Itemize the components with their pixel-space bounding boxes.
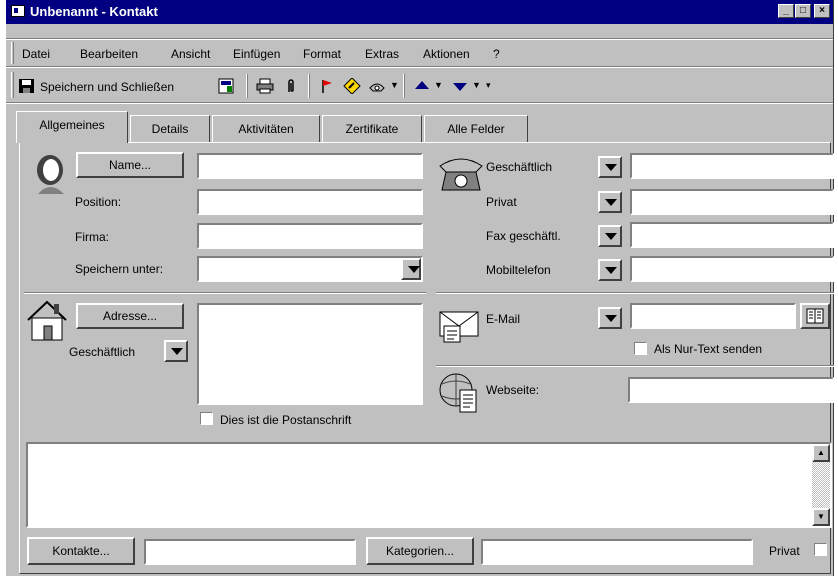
menu-ansicht[interactable]: Ansicht xyxy=(171,47,210,61)
toolbar-bottom-border xyxy=(6,102,833,104)
toolbar-separator xyxy=(403,74,405,98)
flag-icon[interactable] xyxy=(318,78,336,94)
name-button[interactable]: Name... xyxy=(76,152,184,178)
menu-einfuegen[interactable]: Einfügen xyxy=(233,47,280,61)
dial-dropdown-arrow-icon[interactable]: ▼ xyxy=(390,80,399,90)
categories-button[interactable]: Kategorien... xyxy=(366,537,474,565)
phone-private-dropdown-button[interactable] xyxy=(598,191,622,213)
dial-phone-icon[interactable] xyxy=(368,78,386,94)
full-name-field[interactable] xyxy=(197,153,423,179)
maximize-button[interactable]: □ xyxy=(795,4,811,18)
previous-item-icon[interactable] xyxy=(413,78,431,94)
divider xyxy=(436,292,834,294)
email-label: E-Mail xyxy=(486,312,521,326)
telephone-icon xyxy=(439,158,483,191)
toolbar-separator xyxy=(308,74,310,98)
tab-alle-felder[interactable]: Alle Felder xyxy=(424,115,528,143)
web-page-globe-icon xyxy=(439,373,477,413)
menu-bearbeiten[interactable]: Bearbeiten xyxy=(80,47,138,61)
phone-fax-field[interactable] xyxy=(630,222,834,248)
phone-fax-label: Fax geschäftl. xyxy=(486,229,561,243)
minimize-button[interactable]: _ xyxy=(778,4,794,18)
private-label: Privat xyxy=(769,544,800,558)
contacts-field[interactable] xyxy=(144,539,356,565)
scroll-down-arrow-icon[interactable]: ▼ xyxy=(812,508,830,526)
address-type-label: Geschäftlich xyxy=(69,345,136,359)
position-field[interactable] xyxy=(197,189,423,215)
phone-business-dropdown-button[interactable] xyxy=(598,156,622,178)
postal-address-label: Dies ist die Postanschrift xyxy=(220,413,352,427)
floppy-disk-icon xyxy=(19,79,34,93)
notes-textarea[interactable]: ▲ ▼ xyxy=(26,442,832,528)
email-field[interactable] xyxy=(630,303,796,329)
display-map-icon[interactable] xyxy=(343,78,361,94)
divider xyxy=(436,365,834,367)
phone-mobile-field[interactable] xyxy=(630,256,834,282)
save-as-label: Speichern unter: xyxy=(75,262,164,276)
tab-aktivitaeten[interactable]: Aktivitäten xyxy=(212,115,320,143)
phone-private-field[interactable] xyxy=(630,189,834,215)
phone-business-label: Geschäftlich xyxy=(486,160,553,174)
save-attachments-icon[interactable] xyxy=(218,78,236,94)
postal-address-checkbox[interactable] xyxy=(200,412,213,425)
close-button[interactable]: × xyxy=(814,4,830,18)
menu-help[interactable]: ? xyxy=(493,47,500,61)
contacts-button[interactable]: Kontakte... xyxy=(27,537,135,565)
toolbar-separator xyxy=(246,74,248,98)
tab-details[interactable]: Details xyxy=(130,115,210,143)
company-label: Firma: xyxy=(75,230,109,244)
menu-format[interactable]: Format xyxy=(303,47,341,61)
phone-private-label: Privat xyxy=(486,195,517,209)
tab-zertifikate[interactable]: Zertifikate xyxy=(322,115,422,143)
phone-fax-dropdown-button[interactable] xyxy=(598,225,622,247)
address-book-icon[interactable] xyxy=(800,303,830,329)
address-type-dropdown-button[interactable] xyxy=(164,340,188,362)
menu-extras[interactable]: Extras xyxy=(365,47,399,61)
save-as-dropdown-button[interactable] xyxy=(401,258,421,280)
menubar-grip[interactable] xyxy=(11,42,14,64)
tab-allgemeines[interactable]: Allgemeines xyxy=(16,111,128,143)
divider xyxy=(24,292,426,294)
plain-text-label: Als Nur-Text senden xyxy=(654,342,763,356)
website-label: Webseite: xyxy=(486,383,540,397)
house-icon xyxy=(27,300,67,341)
previous-dropdown-arrow-icon[interactable]: ▼ xyxy=(434,80,443,90)
menubar-top-border xyxy=(6,38,833,40)
title-bar[interactable]: Unbenannt - Kontakt _ □ × xyxy=(6,0,833,24)
address-textarea[interactable] xyxy=(197,303,423,405)
save-and-close-label: Speichern und Schließen xyxy=(40,80,175,94)
company-field[interactable] xyxy=(197,223,423,249)
menu-datei[interactable]: Datei xyxy=(22,47,50,61)
next-dropdown-arrow-icon[interactable]: ▼ xyxy=(472,80,481,90)
next-item-icon[interactable] xyxy=(451,78,469,94)
person-icon xyxy=(37,155,64,194)
notes-scrollbar[interactable]: ▲ ▼ xyxy=(812,444,830,526)
contact-card-icon xyxy=(11,5,25,17)
position-label: Position: xyxy=(75,195,122,209)
menu-aktionen[interactable]: Aktionen xyxy=(423,47,470,61)
phone-mobile-dropdown-button[interactable] xyxy=(598,259,622,281)
print-icon[interactable] xyxy=(256,78,274,94)
categories-field[interactable] xyxy=(481,539,753,565)
private-checkbox[interactable] xyxy=(814,543,827,556)
menubar-bottom-border xyxy=(6,66,833,68)
save-as-select[interactable] xyxy=(197,256,423,282)
phone-mobile-label: Mobiltelefon xyxy=(486,263,551,277)
website-field[interactable] xyxy=(628,377,834,403)
paperclip-icon[interactable] xyxy=(282,78,300,94)
window-title: Unbenannt - Kontakt xyxy=(30,4,158,19)
address-button[interactable]: Adresse... xyxy=(76,303,184,329)
contact-window: Unbenannt - Kontakt _ □ × Datei Bearbeit… xyxy=(5,0,834,576)
email-envelope-icon xyxy=(439,311,479,343)
phone-business-field[interactable] xyxy=(630,153,834,179)
email-type-dropdown-button[interactable] xyxy=(598,307,622,329)
scroll-up-arrow-icon[interactable]: ▲ xyxy=(812,444,830,462)
plain-text-checkbox[interactable] xyxy=(634,342,647,355)
toolbar-options-arrow-icon[interactable]: ▾ xyxy=(486,80,491,91)
toolbar-grip[interactable] xyxy=(11,72,14,98)
